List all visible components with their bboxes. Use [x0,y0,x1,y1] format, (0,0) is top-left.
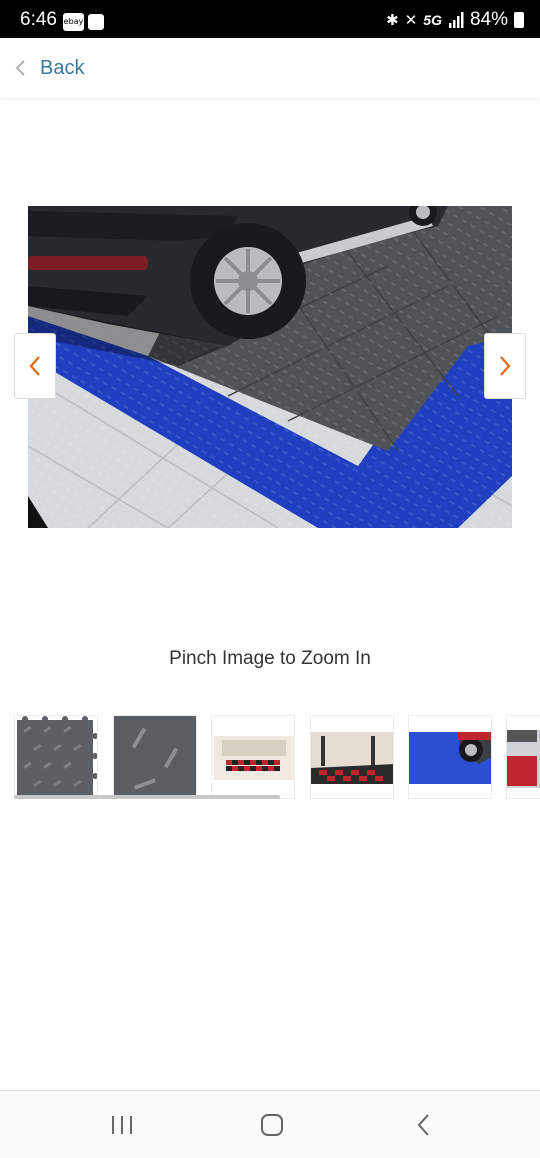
thumbnail-4[interactable] [310,715,394,799]
network-label: 5G [423,12,442,28]
product-image[interactable] [28,206,512,528]
system-back-button[interactable] [404,1109,444,1141]
home-icon [261,1114,283,1136]
signal-icon [448,12,464,28]
chevron-right-icon [500,356,511,376]
thumbnail-image [114,716,196,798]
recent-apps-button[interactable] [102,1109,142,1141]
back-label: Back [40,56,85,79]
chevron-left-icon [29,356,40,376]
thumbnail-strip[interactable] [14,715,540,799]
bluetooth-icon: ✱ [386,12,399,29]
back-arrow-icon [417,1114,429,1136]
gallery-notification-icon [88,14,104,30]
thumbnail-5[interactable] [408,715,492,799]
chevron-left-icon [15,60,25,76]
thumbnail-1[interactable] [14,715,98,799]
thumbnail-image [409,716,491,798]
thumbnail-2[interactable] [113,715,197,799]
mute-icon: ✕ [404,12,418,29]
next-image-button[interactable] [484,333,526,399]
ebay-notification-icon: ebay [63,13,84,31]
system-nav-bar [0,1090,540,1158]
garage-floor-image [28,206,512,528]
previous-image-button[interactable] [14,333,56,399]
home-button[interactable] [252,1109,292,1141]
recent-apps-icon [112,1116,132,1134]
thumbnail-6[interactable] [506,715,540,799]
thumbnail-3[interactable] [211,715,295,799]
battery-percent: 84% [469,9,508,30]
status-bar: 6:46 ebay ✱ ✕ 5G 84% [0,0,540,38]
thumbnail-image [17,716,97,796]
thumbnail-image [507,716,540,798]
thumbnail-image [212,716,294,798]
clock: 6:46 [20,9,57,30]
battery-icon [514,12,524,28]
thumbnail-image [311,716,393,798]
thumbnail-scrollbar[interactable] [14,795,280,799]
zoom-hint: Pinch Image to Zoom In [169,648,371,669]
header: Back [0,38,540,98]
back-button[interactable]: Back [12,50,84,86]
status-icons: ✱ ✕ 5G 84% [386,9,524,31]
